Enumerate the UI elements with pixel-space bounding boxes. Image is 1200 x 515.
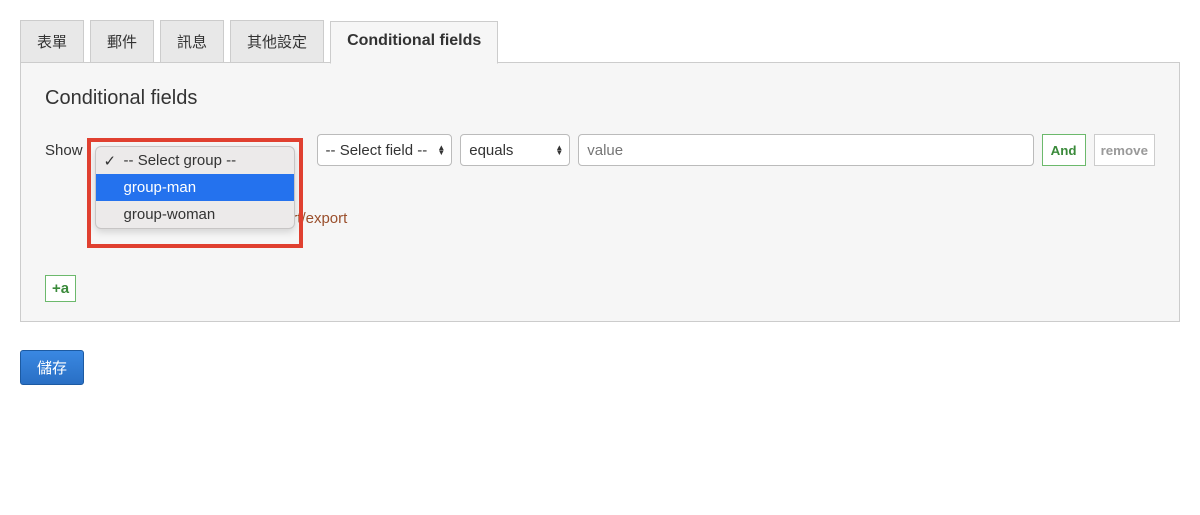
tab-conditional-fields[interactable]: Conditional fields [330, 21, 498, 64]
field-select[interactable]: -- Select field -- ▲▼ [317, 134, 453, 166]
group-dropdown-menu[interactable]: -- Select group -- group-man group-woman [95, 146, 295, 229]
panel-title: Conditional fields [45, 87, 1155, 110]
conditional-fields-panel: Conditional fields Show -- Select group … [20, 62, 1180, 322]
tab-other-settings[interactable]: 其他設定 [230, 20, 324, 63]
condition-row: Show -- Select group -- group-man group-… [45, 134, 1155, 166]
sort-icon: ▲▼ [555, 145, 563, 155]
show-label: Show [45, 142, 83, 159]
tabs: 表單 郵件 訊息 其他設定 Conditional fields [20, 20, 1180, 63]
remove-button[interactable]: remove [1094, 134, 1155, 166]
value-input[interactable] [578, 134, 1033, 166]
and-button[interactable]: And [1042, 134, 1086, 166]
tab-mail[interactable]: 郵件 [90, 20, 154, 63]
tab-messages[interactable]: 訊息 [160, 20, 224, 63]
sort-icon: ▲▼ [437, 145, 445, 155]
dropdown-option-group-woman[interactable]: group-woman [96, 201, 294, 228]
save-button[interactable]: 儲存 [20, 350, 84, 385]
operator-select[interactable]: equals ▲▼ [460, 134, 570, 166]
dropdown-option-select-group[interactable]: -- Select group -- [96, 147, 294, 174]
operator-label: equals [469, 142, 513, 159]
tab-form[interactable]: 表單 [20, 20, 84, 63]
add-rule-button-partial[interactable]: +a [45, 275, 76, 302]
field-select-label: -- Select field -- [326, 142, 428, 159]
dropdown-option-group-man[interactable]: group-man [96, 174, 294, 201]
